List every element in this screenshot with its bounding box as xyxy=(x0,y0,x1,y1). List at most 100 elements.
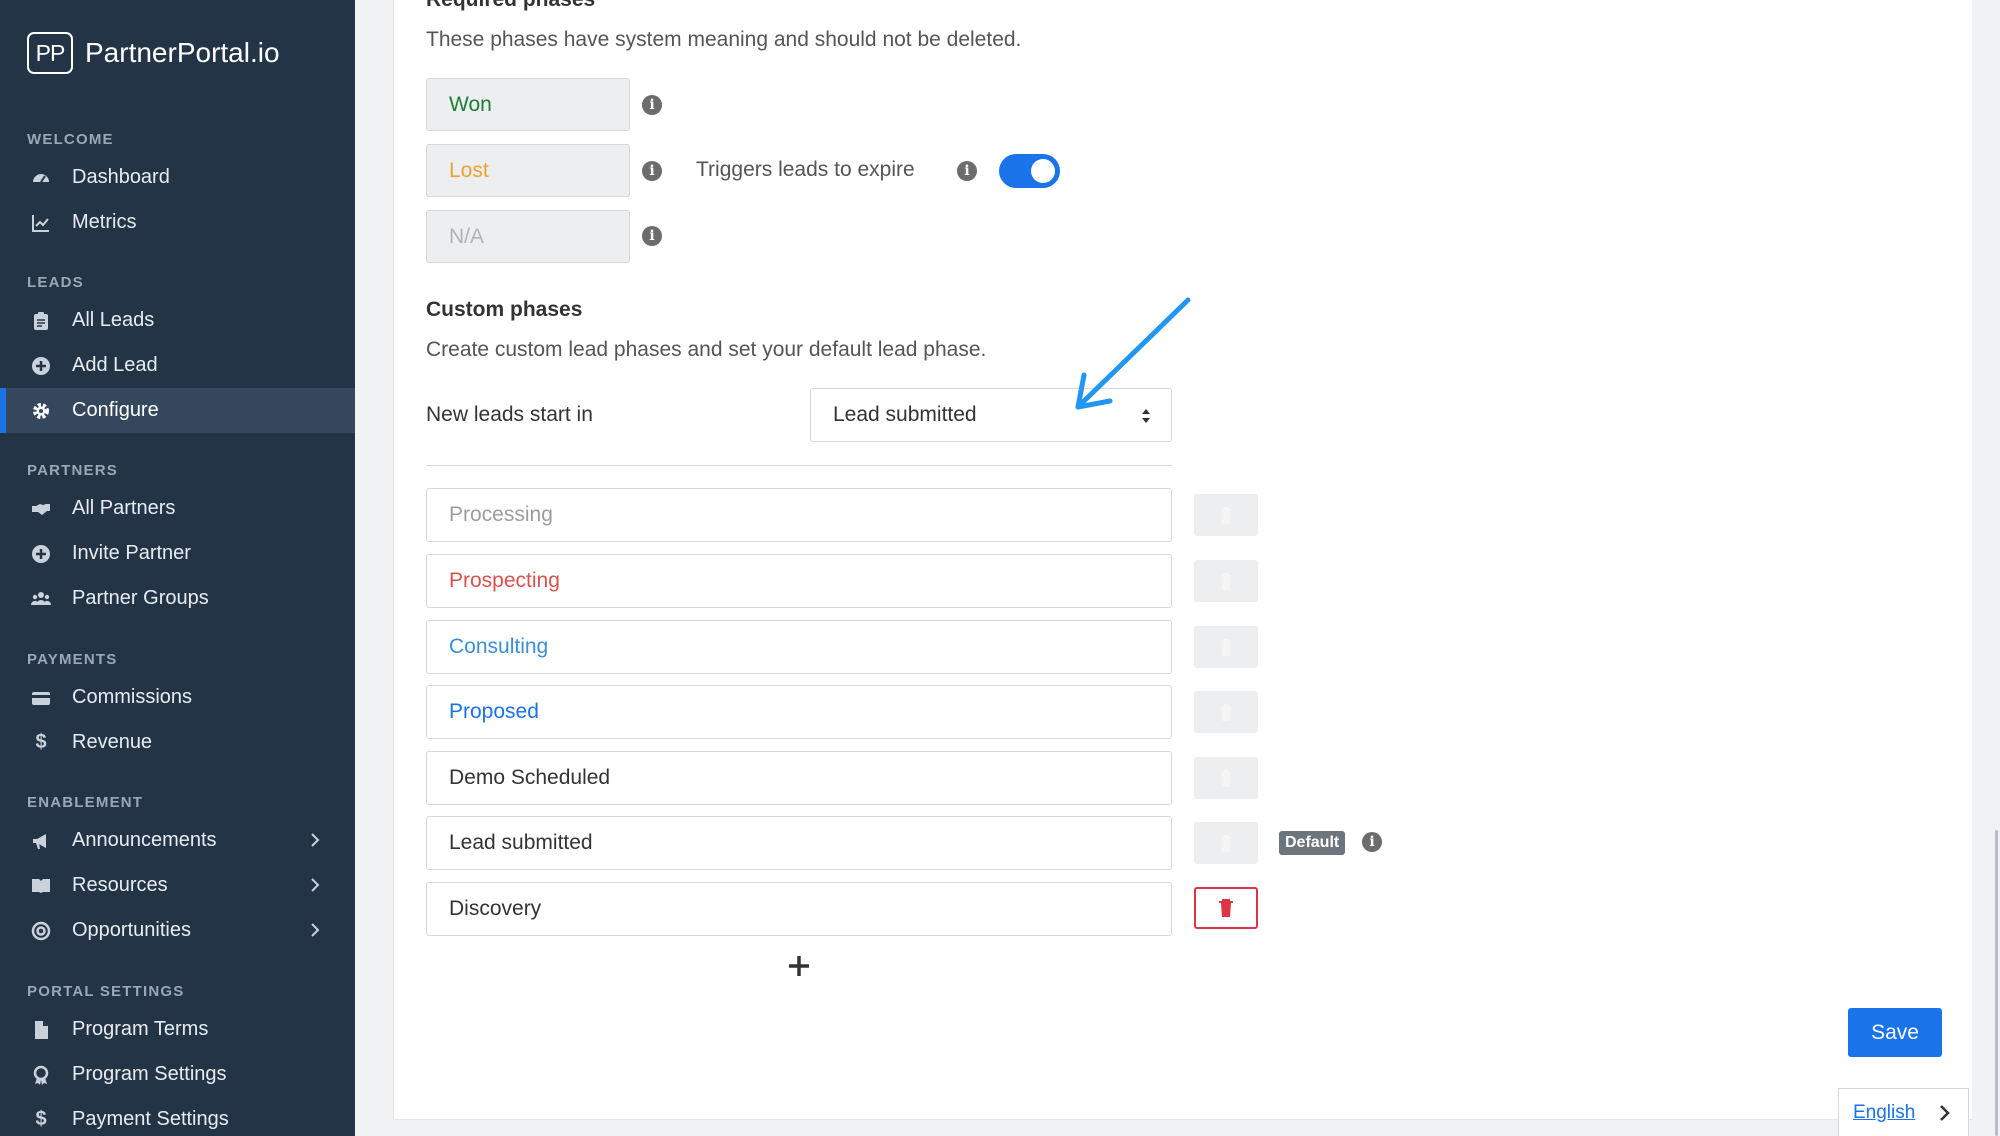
custom-phase-input[interactable]: Discovery xyxy=(426,882,1172,936)
brand[interactable]: PP PartnerPortal.io xyxy=(27,32,280,74)
sidebar-item-dashboard[interactable]: Dashboard xyxy=(0,155,355,200)
credit-card-icon xyxy=(30,687,52,709)
sidebar-item-add-lead[interactable]: Add Lead xyxy=(0,343,355,388)
default-phase-select-value: Lead submitted xyxy=(833,403,977,426)
sidebar-item-label: Revenue xyxy=(72,731,153,753)
custom-phase-input[interactable]: Prospecting xyxy=(426,554,1172,608)
required-phases-description: These phases have system meaning and sho… xyxy=(426,28,1022,51)
sidebar-item-label: Opportunities xyxy=(72,919,191,941)
sidebar-item-label: Invite Partner xyxy=(72,542,191,564)
custom-phase-value: Lead submitted xyxy=(449,831,593,854)
brand-name: PartnerPortal.io xyxy=(85,37,280,68)
sidebar: PP PartnerPortal.io WELCOME Dashboard Me… xyxy=(0,0,355,1136)
sidebar-item-configure[interactable]: Configure xyxy=(0,388,355,433)
brand-logo: PP xyxy=(27,32,73,74)
nav-section-welcome: WELCOME xyxy=(27,131,114,148)
sidebar-item-partner-groups[interactable]: Partner Groups xyxy=(0,576,355,621)
sidebar-item-label: Add Lead xyxy=(72,354,158,376)
info-icon[interactable]: i xyxy=(642,95,662,115)
sidebar-item-label: Resources xyxy=(72,874,168,896)
custom-phase-input[interactable]: Demo Scheduled xyxy=(426,751,1172,805)
sidebar-item-opportunities[interactable]: Opportunities xyxy=(0,908,355,953)
custom-phase-value: Proposed xyxy=(449,700,539,723)
trash-icon xyxy=(1219,704,1233,721)
award-icon xyxy=(30,1064,52,1086)
info-icon[interactable]: i xyxy=(957,161,977,181)
custom-phase-value: Demo Scheduled xyxy=(449,766,611,789)
required-phases-title: Required phases xyxy=(426,0,595,12)
trash-icon xyxy=(1219,639,1233,656)
sidebar-item-all-partners[interactable]: All Partners xyxy=(0,486,355,531)
sidebar-item-metrics[interactable]: Metrics xyxy=(0,200,355,245)
custom-phase-input[interactable]: Processing xyxy=(426,488,1172,542)
delete-phase-button[interactable] xyxy=(1194,626,1258,668)
delete-phase-button[interactable] xyxy=(1194,560,1258,602)
custom-phase-value: Consulting xyxy=(449,635,549,658)
required-phase-label: Won xyxy=(449,92,492,116)
delete-phase-button[interactable] xyxy=(1194,887,1258,929)
scrollbar[interactable] xyxy=(1972,0,2000,1136)
required-phase-label: Lost xyxy=(449,158,489,182)
sidebar-item-all-leads[interactable]: All Leads xyxy=(0,298,355,343)
handshake-icon xyxy=(30,498,52,520)
line-chart-icon xyxy=(30,212,52,234)
sidebar-item-label: Metrics xyxy=(72,211,137,233)
save-button[interactable]: Save xyxy=(1848,1008,1942,1057)
plus-circle-icon xyxy=(30,355,52,377)
sidebar-item-label: Program Terms xyxy=(72,1018,209,1040)
required-phase-won: Won xyxy=(426,78,630,131)
delete-phase-button[interactable] xyxy=(1194,691,1258,733)
custom-phases-title: Custom phases xyxy=(426,298,583,321)
chevron-right-icon xyxy=(311,923,320,937)
sidebar-item-payment-settings[interactable]: $ Payment Settings xyxy=(0,1097,355,1136)
sidebar-item-label: Commissions xyxy=(72,686,193,708)
expire-toggle[interactable] xyxy=(999,154,1060,188)
custom-phase-input[interactable]: Proposed xyxy=(426,685,1172,739)
sidebar-item-commissions[interactable]: Commissions xyxy=(0,675,355,720)
custom-phase-value: Processing xyxy=(449,503,553,526)
sidebar-item-resources[interactable]: Resources xyxy=(0,863,355,908)
sidebar-item-announcements[interactable]: Announcements xyxy=(0,818,355,863)
add-phase-button[interactable] xyxy=(786,953,812,979)
target-icon xyxy=(30,920,52,942)
info-icon[interactable]: i xyxy=(642,226,662,246)
file-icon xyxy=(30,1019,52,1041)
clipboard-icon xyxy=(30,310,52,332)
megaphone-icon xyxy=(30,830,52,852)
info-icon[interactable]: i xyxy=(642,161,662,181)
expire-toggle-label: Triggers leads to expire xyxy=(696,158,915,181)
sidebar-item-program-settings[interactable]: Program Settings xyxy=(0,1052,355,1097)
sidebar-item-label: Payment Settings xyxy=(72,1108,229,1130)
delete-phase-button[interactable] xyxy=(1194,757,1258,799)
required-phase-label: N/A xyxy=(449,224,485,248)
book-icon xyxy=(30,875,52,897)
gauge-icon xyxy=(30,167,52,189)
trash-icon xyxy=(1219,770,1233,787)
language-label: English xyxy=(1853,1101,1916,1123)
language-selector[interactable]: English xyxy=(1838,1088,1969,1136)
nav-section-partners: PARTNERS xyxy=(27,462,118,479)
gear-icon xyxy=(30,400,52,422)
plus-circle-icon xyxy=(30,543,52,565)
dollar-icon: $ xyxy=(35,1108,47,1130)
trash-icon xyxy=(1219,835,1233,852)
required-phase-lost: Lost xyxy=(426,144,630,197)
chevron-right-icon xyxy=(311,833,320,847)
info-icon[interactable]: i xyxy=(1362,832,1382,852)
scrollbar-thumb[interactable] xyxy=(1995,830,1998,1136)
sidebar-item-revenue[interactable]: $ Revenue xyxy=(0,720,355,765)
custom-phase-input[interactable]: Consulting xyxy=(426,620,1172,674)
sidebar-item-label: All Partners xyxy=(72,497,176,519)
custom-phase-input[interactable]: Lead submitted xyxy=(426,816,1172,870)
delete-phase-button[interactable] xyxy=(1194,822,1258,864)
delete-phase-button[interactable] xyxy=(1194,494,1258,536)
sidebar-item-program-terms[interactable]: Program Terms xyxy=(0,1007,355,1052)
default-badge: Default xyxy=(1279,831,1346,855)
nav-section-portal-settings: PORTAL SETTINGS xyxy=(27,983,185,1000)
sidebar-item-invite-partner[interactable]: Invite Partner xyxy=(0,531,355,576)
sidebar-item-label: Partner Groups xyxy=(72,587,209,609)
trash-icon xyxy=(1219,507,1233,524)
chevron-right-icon xyxy=(1940,1105,1950,1121)
nav-section-payments: PAYMENTS xyxy=(27,651,118,668)
chevron-right-icon xyxy=(311,878,320,892)
